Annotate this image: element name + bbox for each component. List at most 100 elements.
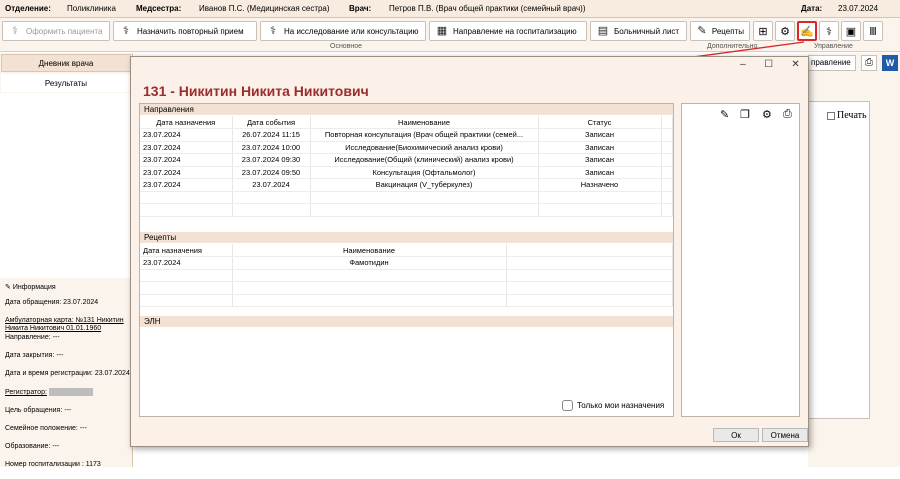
prescription-icon: ✎	[697, 24, 707, 37]
table-cell: 23.07.2024	[140, 153, 233, 167]
registrar-label[interactable]: Регистратор:	[5, 389, 47, 396]
table-cell-spacer	[506, 256, 673, 270]
table-row[interactable]: 23.07.2024 26.07.2024 11:15 Повторная конс…	[140, 128, 673, 142]
stethoscope-edit-icon[interactable]: ⚕	[819, 21, 839, 41]
only-mine-checkbox[interactable]	[562, 400, 573, 411]
visit-date: Дата обращения: 23.07.2024	[5, 299, 99, 306]
close-icon[interactable]: ✕	[791, 59, 799, 73]
nurse-label: Медсестра:	[136, 4, 182, 13]
empty-row	[140, 203, 673, 217]
table-cell-spacer	[661, 153, 673, 167]
column-header: Дата события	[232, 116, 311, 129]
hospital-icon: ▦	[436, 24, 448, 37]
column-header-spacer	[506, 244, 673, 257]
table-cell: Исследование(Биохимический анализ крови)	[310, 141, 539, 154]
empty-cell	[232, 281, 507, 295]
table-row[interactable]: 23.07.2024 23.07.2024 Вакцинация (V_туберк…	[140, 178, 673, 192]
cancel-button[interactable]: Отмена	[762, 428, 808, 442]
empty-cell	[232, 203, 311, 217]
table-cell: 26.07.2024 11:15	[232, 128, 311, 142]
table-cell: Консультация (Офтальмолог)	[310, 166, 539, 179]
edit-document-icon[interactable]: ✎	[720, 108, 729, 121]
recipes-table: Дата назначения Наименование 23.07.2024 Фа…	[140, 244, 673, 307]
table-cell: Исследование(Общий (клинический) анализ …	[310, 153, 539, 167]
nurse-value: Иванов П.С. (Медицинская сестра)	[199, 4, 330, 13]
info-title: Информация	[12, 284, 56, 291]
table-cell: Назначено	[538, 178, 662, 192]
table-cell: 23.07.2024 09:50	[232, 166, 311, 179]
print-checkbox[interactable]	[827, 111, 835, 120]
register-patient-button[interactable]: ⚕ Оформить пациента	[2, 21, 110, 41]
table-cell: 23.07.2024	[140, 256, 233, 270]
info-icon: ✎	[5, 284, 13, 291]
register-patient-label: Оформить пациента	[26, 26, 103, 36]
empty-cell	[538, 191, 662, 204]
column-header: Наименование	[310, 116, 539, 129]
word-icon[interactable]: W	[882, 55, 898, 71]
eln-section-header: ЭЛН	[140, 316, 673, 327]
table-cell: 23.07.2024 09:30	[232, 153, 311, 167]
table-cell: 23.07.2024	[140, 166, 233, 179]
appointments-dialog: – ☐ ✕ 131 - Никитин Никита Никитович Нап…	[130, 56, 809, 447]
empty-cell	[506, 281, 673, 295]
print-area: Печать	[808, 101, 870, 419]
repeat-appointment-button[interactable]: ⚕ Назначить повторный прием	[113, 21, 257, 41]
amb-card-link[interactable]: Амбулаторная карта: №131 Никитин	[5, 317, 131, 324]
table-cell-spacer	[661, 166, 673, 179]
department-value: Поликлиника	[67, 4, 116, 13]
copy-document-icon[interactable]: ❐	[740, 108, 750, 121]
clipboard-icon[interactable]: ▣	[841, 21, 861, 41]
dialog-title: 131 - Никитин Никита Никитович	[143, 83, 369, 99]
column-header-spacer	[661, 116, 673, 129]
recipes-body: 23.07.2024 Фамотидин	[140, 256, 673, 307]
printer-icon[interactable]: ⎙	[783, 108, 792, 121]
registration-datetime: Дата и время регистрации: 23.07.2024	[5, 370, 130, 377]
table-cell: Вакцинация (V_туберкулез)	[310, 178, 539, 192]
directions-section-header: Направления	[140, 104, 673, 115]
directions-table: Дата назначения Дата события Наименование С…	[140, 116, 673, 217]
column-header: Дата назначения	[140, 116, 233, 129]
table-cell-spacer	[661, 178, 673, 192]
side-panel: ✎ ❐ ⚙ ⎙	[681, 103, 800, 417]
right-bg-panel: правление ⎙ W Печать	[808, 53, 900, 467]
print-checkbox-label[interactable]: Печать	[827, 110, 867, 121]
table-row[interactable]: 23.07.2024 23.07.2024 09:30 Исследование(О…	[140, 153, 673, 167]
minimize-icon[interactable]: –	[740, 59, 746, 73]
library-icon[interactable]: Ⅲ	[863, 21, 883, 41]
table-cell: 23.07.2024	[140, 178, 233, 192]
tab-doctor-diary[interactable]: Дневник врача	[1, 54, 131, 72]
table-cell: 23.07.2024	[140, 128, 233, 142]
table-row[interactable]: 23.07.2024 Фамотидин	[140, 256, 673, 270]
maximize-icon[interactable]: ☐	[764, 59, 773, 73]
tab-results[interactable]: Результаты	[1, 74, 131, 92]
doctor-value: Петров П.В. (Врач общей практики (семейн…	[389, 4, 586, 13]
ok-button[interactable]: Ок	[713, 428, 759, 442]
printer-icon[interactable]: ⎙	[861, 55, 877, 71]
column-header: Наименование	[232, 244, 507, 257]
table-cell: Записан	[538, 141, 662, 154]
table-row[interactable]: 23.07.2024 23.07.2024 10:00 Исследование(Б…	[140, 141, 673, 154]
empty-cell	[232, 294, 507, 307]
header-bar: Отделение: Поликлиника Медсестра: Иванов…	[0, 0, 900, 18]
group-manage-label: Управление	[814, 43, 853, 50]
table-cell-spacer	[661, 128, 673, 142]
empty-cell	[661, 203, 673, 217]
table-cell: 23.07.2024	[232, 178, 311, 192]
only-mine-label: Только мои назначения	[577, 401, 665, 410]
research-button[interactable]: ⚕ На исследование или консультацию	[260, 21, 426, 41]
stethoscope-icon: ⚕	[270, 24, 276, 37]
table-cell: 23.07.2024 10:00	[232, 141, 311, 154]
directions-header-row: Дата назначения Дата события Наименование С…	[140, 116, 673, 129]
table-cell: Записан	[538, 128, 662, 142]
empty-cell	[140, 191, 233, 204]
hospitalization-button[interactable]: ▦ Направление на госпитализацию	[429, 21, 587, 41]
amb-card-link-2[interactable]: Никита Никитович 01.01.1960	[5, 325, 131, 332]
table-cell: 23.07.2024	[140, 141, 233, 154]
only-mine-toggle[interactable]: Только мои назначения	[562, 400, 664, 411]
table-row[interactable]: 23.07.2024 23.07.2024 09:50 Консультация (…	[140, 166, 673, 179]
recipes-header-row: Дата назначения Наименование	[140, 244, 673, 257]
settings-document-icon[interactable]: ⚙	[762, 108, 772, 121]
empty-cell	[310, 191, 539, 204]
direction-bg-button[interactable]: правление	[808, 55, 856, 71]
date-label: Дата:	[801, 4, 823, 13]
